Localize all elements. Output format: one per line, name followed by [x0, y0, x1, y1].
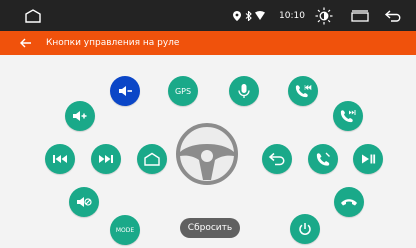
play-pause-button[interactable]: [353, 144, 383, 174]
gps-button[interactable]: GPS: [168, 76, 198, 106]
previous-track-icon: [53, 155, 67, 163]
mute-button[interactable]: [110, 76, 140, 106]
call-previous-button[interactable]: [288, 76, 318, 106]
hang-up-icon: [341, 199, 357, 206]
reset-button[interactable]: Сбросить: [180, 218, 240, 238]
phone-icon: [316, 152, 330, 166]
voice-button[interactable]: [229, 76, 259, 106]
call-next-button[interactable]: [333, 101, 363, 131]
mute-icon: [119, 86, 132, 96]
return-button[interactable]: [262, 144, 292, 174]
volume-off-icon: [77, 197, 92, 207]
power-icon: [299, 223, 311, 235]
next-track-icon: [99, 155, 113, 163]
volume-mute-button[interactable]: [69, 187, 99, 217]
next-track-button[interactable]: [91, 144, 121, 174]
return-icon: [268, 152, 285, 166]
end-call-button[interactable]: [334, 187, 364, 217]
title-bar: Кнопки управления на руле: [0, 31, 416, 55]
steering-wheel-controls-screen: 10:10 Кнопки управления на руле GPS MODE…: [0, 0, 416, 248]
play-pause-icon: [362, 154, 376, 164]
volume-up-icon: [73, 111, 87, 121]
window-icon[interactable]: [349, 0, 371, 31]
clock-time: 10:10: [279, 10, 305, 21]
phone-next-icon: [340, 110, 356, 123]
steering-wheel-icon: [176, 123, 238, 185]
mode-button[interactable]: MODE: [110, 215, 140, 245]
gps-label: GPS: [174, 86, 192, 96]
status-bar: 10:10: [0, 0, 416, 31]
power-button[interactable]: [290, 214, 320, 244]
back-arrow-icon[interactable]: [18, 35, 34, 51]
answer-call-button[interactable]: [308, 144, 338, 174]
mode-label: MODE: [115, 226, 135, 234]
page-title: Кнопки управления на руле: [46, 38, 180, 48]
location-icon: [232, 0, 242, 31]
microphone-icon: [238, 84, 250, 98]
volume-up-button[interactable]: [65, 101, 95, 131]
phone-previous-icon: [295, 84, 312, 98]
wifi-icon: [254, 0, 266, 31]
previous-track-button[interactable]: [45, 144, 75, 174]
home-icon[interactable]: [20, 0, 46, 31]
home-icon: [144, 152, 160, 166]
brightness-icon[interactable]: [313, 0, 335, 31]
bluetooth-icon: [243, 0, 253, 31]
back-icon[interactable]: [382, 0, 404, 31]
home-button[interactable]: [137, 144, 167, 174]
